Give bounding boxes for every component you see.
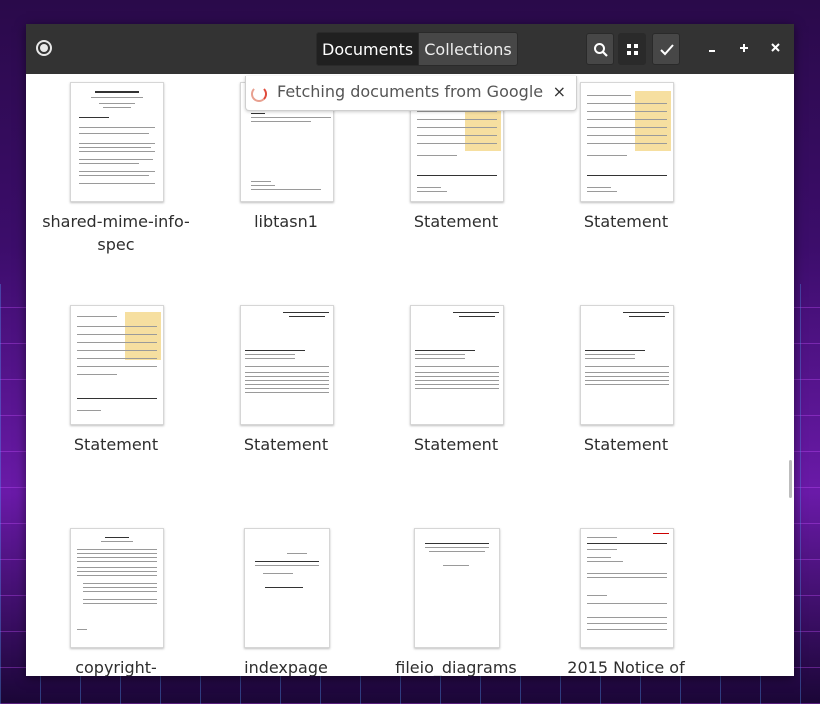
maximize-icon	[740, 44, 748, 52]
document-thumbnail	[244, 528, 330, 648]
menu-icon-dot	[40, 44, 48, 52]
tab-documents[interactable]: Documents	[316, 32, 420, 66]
document-title: Statement	[583, 435, 669, 454]
grid-view-icon	[627, 44, 638, 55]
document-thumbnail	[414, 528, 500, 648]
selection-mode-button[interactable]	[652, 33, 680, 65]
view-switcher: Documents Collections	[316, 32, 518, 66]
document-thumbnail	[580, 305, 674, 425]
search-icon	[594, 43, 608, 57]
maximize-button[interactable]	[736, 40, 754, 58]
loading-notification: Fetching documents from Google ×	[245, 76, 577, 111]
document-title: fileio_diagrams	[395, 658, 517, 676]
tab-collections[interactable]: Collections	[419, 32, 518, 66]
minimize-button[interactable]	[704, 40, 722, 58]
close-icon	[771, 43, 780, 52]
document-grid: shared-mime-info-spec libtasn1 Statement…	[26, 74, 794, 676]
app-menu-button[interactable]	[34, 38, 54, 58]
notification-text: Fetching documents from Google	[277, 82, 544, 101]
documents-window: Documents Collections shared-mime-info-s…	[26, 24, 794, 676]
spinner-icon	[251, 86, 267, 102]
document-title: libtasn1	[254, 212, 318, 231]
document-thumbnail	[70, 528, 164, 648]
notification-close-button[interactable]: ×	[553, 82, 566, 101]
document-title: Statement	[73, 435, 159, 454]
document-title: Statement	[413, 212, 499, 231]
document-thumbnail	[70, 305, 164, 425]
document-title: indexpage	[244, 658, 328, 676]
document-thumbnail	[240, 305, 334, 425]
document-title: Statement	[413, 435, 499, 454]
close-button[interactable]	[768, 40, 786, 58]
document-title: Statement	[243, 435, 329, 454]
document-thumbnail	[580, 528, 674, 648]
document-title: copyright-	[75, 658, 157, 676]
document-thumbnail	[410, 305, 504, 425]
desktop-watermark	[800, 230, 818, 430]
scrollbar[interactable]	[789, 460, 792, 498]
document-thumbnail	[580, 82, 674, 202]
headerbar: Documents Collections	[26, 24, 794, 74]
checkmark-icon	[660, 44, 674, 56]
document-title: 2015 Notice of	[567, 658, 685, 676]
view-toggle-button[interactable]	[618, 33, 646, 65]
search-button[interactable]	[586, 33, 614, 65]
document-title: shared-mime-info-spec	[42, 212, 190, 254]
minimize-icon	[709, 50, 715, 52]
document-thumbnail	[70, 82, 164, 202]
document-title: Statement	[583, 212, 669, 231]
